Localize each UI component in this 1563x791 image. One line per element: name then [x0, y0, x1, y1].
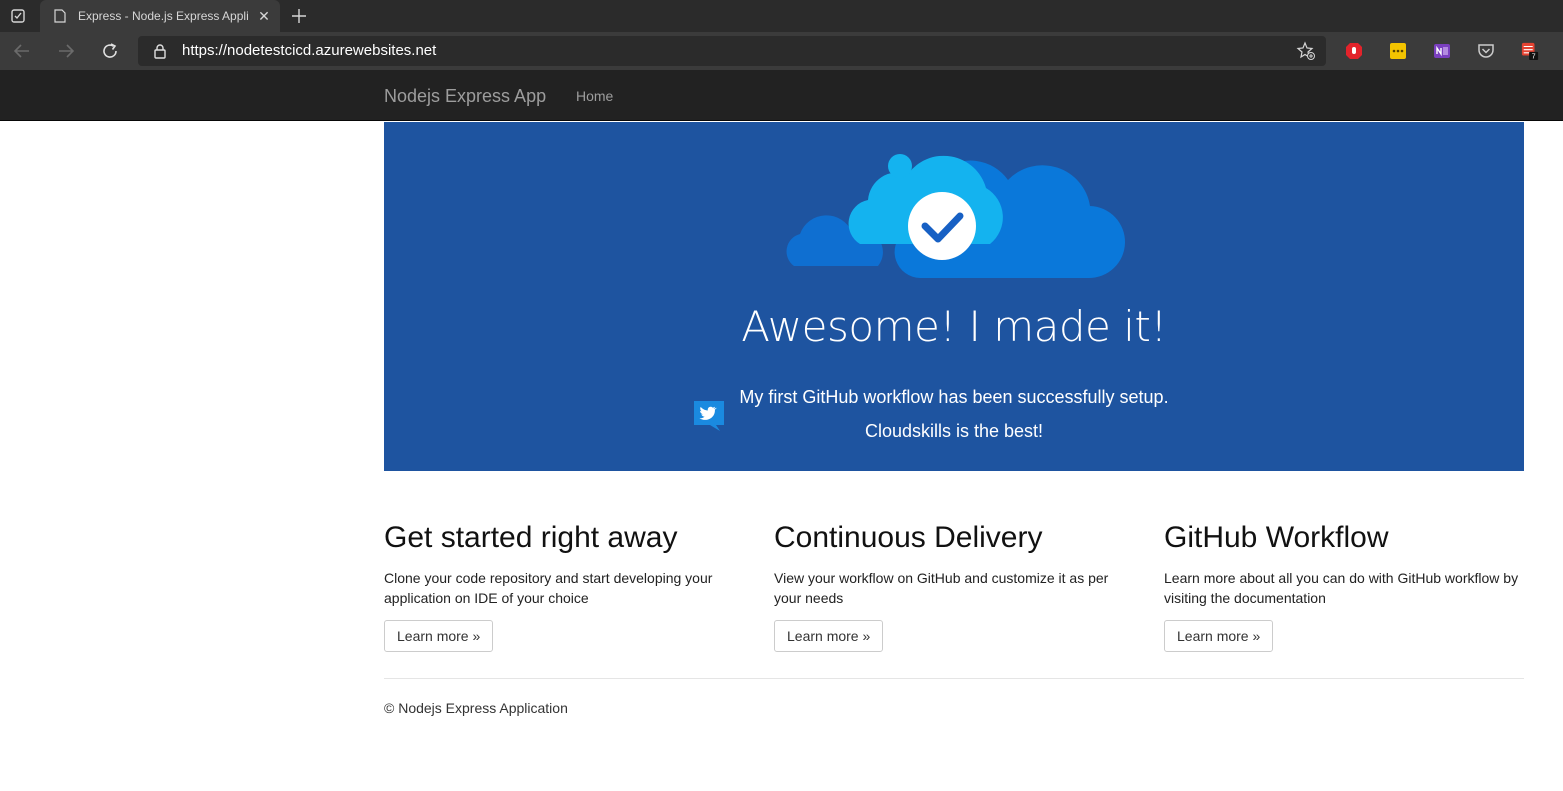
- close-tab-icon[interactable]: ✕: [256, 8, 272, 24]
- feature-column-3: GitHub Workflow Learn more about all you…: [1164, 520, 1524, 652]
- hero-banner: Awesome! I made it! My first GitHub work…: [384, 122, 1524, 471]
- nav-link-home[interactable]: Home: [576, 88, 613, 104]
- add-favorite-icon[interactable]: [1296, 41, 1316, 61]
- hero-subtitle-1: My first GitHub workflow has been succes…: [739, 387, 1169, 407]
- new-tab-icon[interactable]: [288, 5, 310, 27]
- navbar-brand[interactable]: Nodejs Express App: [384, 86, 546, 107]
- adblock-icon[interactable]: [1345, 42, 1363, 60]
- forward-icon[interactable]: [53, 39, 79, 63]
- onenote-icon[interactable]: [1433, 42, 1451, 60]
- learn-more-button[interactable]: Learn more »: [1164, 620, 1274, 652]
- cloud-check-icon: [786, 154, 1126, 279]
- footer-text: © Nodejs Express Application: [384, 700, 568, 716]
- feature-column-2: Continuous Delivery View your workflow o…: [774, 520, 1134, 652]
- lock-icon: [154, 44, 166, 59]
- address-bar[interactable]: https://nodetestcicd.azurewebsites.net: [138, 36, 1326, 66]
- tab-title: Express - Node.js Express Applic: [78, 9, 248, 23]
- footer-divider: [384, 678, 1524, 679]
- learn-more-button[interactable]: Learn more »: [384, 620, 494, 652]
- feature-heading: Get started right away: [384, 521, 678, 554]
- todoist-icon[interactable]: 7: [1521, 42, 1539, 61]
- browser-tab-bar: Express - Node.js Express Applic ✕: [0, 0, 1563, 32]
- notes-icon[interactable]: [1389, 42, 1407, 60]
- feature-text: View your workflow on GitHub and customi…: [774, 570, 1109, 606]
- back-icon[interactable]: [9, 39, 35, 63]
- site-navbar: Nodejs Express App Home: [0, 70, 1563, 121]
- browser-toolbar: https://nodetestcicd.azurewebsites.net 7: [0, 32, 1563, 70]
- feature-column-1: Get started right away Clone your code r…: [384, 520, 744, 652]
- feature-heading: GitHub Workflow: [1164, 521, 1389, 554]
- browser-tab[interactable]: Express - Node.js Express Applic ✕: [40, 0, 280, 32]
- learn-more-button[interactable]: Learn more »: [774, 620, 884, 652]
- feature-text: Learn more about all you can do with Git…: [1164, 570, 1519, 606]
- refresh-icon[interactable]: [97, 39, 123, 63]
- url-text: https://nodetestcicd.azurewebsites.net: [182, 42, 437, 59]
- page-icon: [52, 8, 68, 24]
- todoist-badge: 7: [1532, 52, 1536, 61]
- hero-subtitle-2: Cloudskills is the best!: [864, 421, 1044, 441]
- feature-text: Clone your code repository and start dev…: [384, 570, 713, 606]
- tab-actions-icon[interactable]: [0, 0, 36, 32]
- feature-heading: Continuous Delivery: [774, 521, 1043, 554]
- hero-heading: Awesome! I made it!: [741, 302, 1167, 351]
- pocket-icon[interactable]: [1477, 42, 1495, 60]
